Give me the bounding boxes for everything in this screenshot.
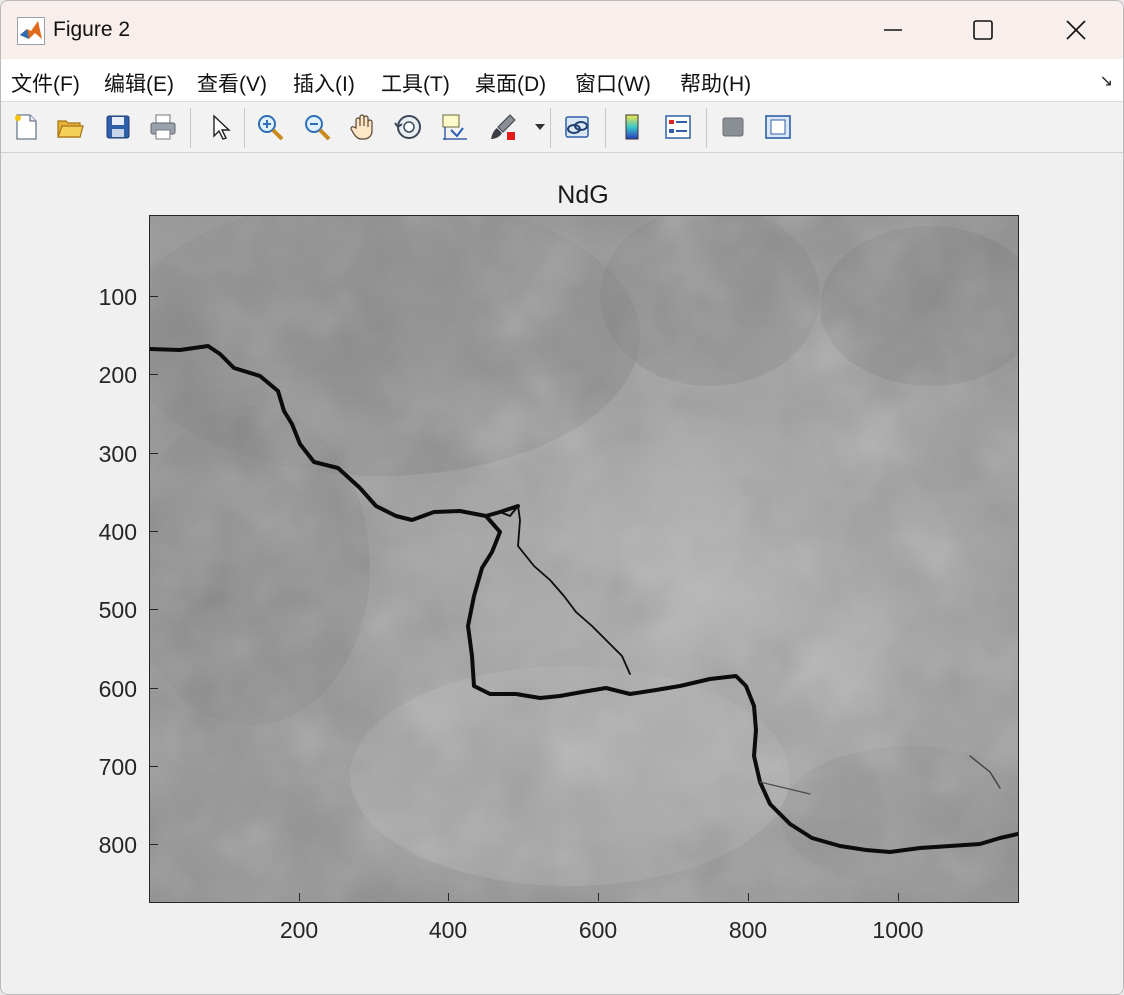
y-tick-mark xyxy=(150,609,158,610)
edit-plot-button[interactable] xyxy=(203,110,237,144)
zoom-out-button[interactable] xyxy=(300,110,334,144)
rotate-3d-icon xyxy=(394,115,421,139)
zoom-in-icon xyxy=(258,115,284,141)
y-tick-label: 200 xyxy=(98,362,137,388)
x-tick-label: 1000 xyxy=(872,917,924,943)
colorbar-button[interactable] xyxy=(615,110,649,144)
close-icon xyxy=(1065,20,1086,40)
pointer-icon xyxy=(213,114,231,140)
legend-icon xyxy=(665,115,691,139)
brush-icon xyxy=(491,114,516,140)
toolbar-separator xyxy=(605,108,606,148)
concrete-crack-image xyxy=(150,216,1018,902)
plot-title: NdG xyxy=(557,181,609,209)
menu-tools[interactable]: 工具(T) xyxy=(381,68,450,98)
menu-window[interactable]: 窗口(W) xyxy=(575,68,651,98)
menu-bar: 文件(F) 编辑(E) 查看(V) 插入(I) 工具(T) 桌面(D) 窗口(W… xyxy=(1,59,1123,102)
save-icon xyxy=(106,115,130,139)
y-tick-mark xyxy=(150,531,158,532)
menu-desktop[interactable]: 桌面(D) xyxy=(475,68,546,98)
print-icon xyxy=(150,114,176,140)
data-cursor-icon xyxy=(442,114,467,140)
image-axes[interactable] xyxy=(149,215,1019,903)
y-tick-label: 100 xyxy=(98,284,137,310)
open-file-icon xyxy=(57,120,84,138)
x-tick-mark xyxy=(598,893,599,901)
link-plot-button[interactable] xyxy=(560,110,594,144)
matlab-logo-icon xyxy=(17,17,45,45)
y-tick-mark xyxy=(150,766,158,767)
y-tick-mark xyxy=(150,453,158,454)
y-tick-label: 700 xyxy=(98,754,137,780)
close-button[interactable] xyxy=(1029,1,1122,59)
menu-insert[interactable]: 插入(I) xyxy=(293,68,355,98)
dock-arrow-icon[interactable]: ↘ xyxy=(1100,71,1113,91)
brush-button[interactable] xyxy=(486,110,520,144)
figure-toolbar xyxy=(1,102,1123,153)
x-tick-mark xyxy=(299,893,300,901)
new-figure-button[interactable] xyxy=(9,110,43,144)
data-cursor-button[interactable] xyxy=(437,110,471,144)
y-tick-label: 300 xyxy=(98,441,137,467)
maximize-icon xyxy=(972,20,993,40)
pan-icon xyxy=(350,114,373,140)
colorbar-icon xyxy=(625,114,639,140)
brush-dropdown-icon[interactable] xyxy=(535,124,545,130)
zoom-out-icon xyxy=(305,115,331,141)
toolbar-separator xyxy=(244,108,245,148)
x-tick-mark xyxy=(748,893,749,901)
y-tick-mark xyxy=(150,688,158,689)
minimize-button[interactable] xyxy=(846,1,939,59)
y-tick-label: 500 xyxy=(98,597,137,623)
zoom-in-button[interactable] xyxy=(253,110,287,144)
menu-help[interactable]: 帮助(H) xyxy=(680,68,751,98)
menu-file[interactable]: 文件(F) xyxy=(11,68,80,98)
print-button[interactable] xyxy=(146,110,180,144)
rotate-3d-button[interactable] xyxy=(392,110,426,144)
toolbar-separator xyxy=(550,108,551,148)
y-tick-label: 800 xyxy=(98,832,137,858)
x-tick-label: 800 xyxy=(728,917,768,943)
x-tick-label: 600 xyxy=(578,917,618,943)
open-file-button[interactable] xyxy=(53,110,87,144)
window-title: Figure 2 xyxy=(53,18,131,41)
toolbar-separator xyxy=(706,108,707,148)
hide-plot-tools-icon xyxy=(722,117,744,137)
link-plot-icon xyxy=(565,116,589,138)
hide-plot-tools-button[interactable] xyxy=(716,110,750,144)
y-tick-mark xyxy=(150,844,158,845)
toolbar-separator xyxy=(190,108,191,148)
x-tick-mark xyxy=(898,893,899,901)
save-button[interactable] xyxy=(101,110,135,144)
x-tick-label: 200 xyxy=(279,917,319,943)
maximize-button[interactable] xyxy=(936,1,1029,59)
new-figure-icon xyxy=(15,114,37,140)
title-bar[interactable]: Figure 2 xyxy=(1,1,1123,59)
menu-edit[interactable]: 编辑(E) xyxy=(104,68,174,98)
show-plot-tools-icon xyxy=(765,115,791,139)
menu-view[interactable]: 查看(V) xyxy=(197,68,267,98)
y-tick-mark xyxy=(150,296,158,297)
figure-window: Figure 2 文件(F) 编辑(E) 查看(V) 插入(I) 工具(T) 桌… xyxy=(0,0,1124,995)
show-plot-tools-button[interactable] xyxy=(761,110,795,144)
y-tick-label: 600 xyxy=(98,676,137,702)
pan-button[interactable] xyxy=(346,110,380,144)
x-tick-mark xyxy=(448,893,449,901)
legend-button[interactable] xyxy=(661,110,695,144)
y-tick-mark xyxy=(150,374,158,375)
x-tick-label: 400 xyxy=(428,917,468,943)
y-tick-label: 400 xyxy=(98,519,137,545)
minimize-icon xyxy=(883,29,902,31)
